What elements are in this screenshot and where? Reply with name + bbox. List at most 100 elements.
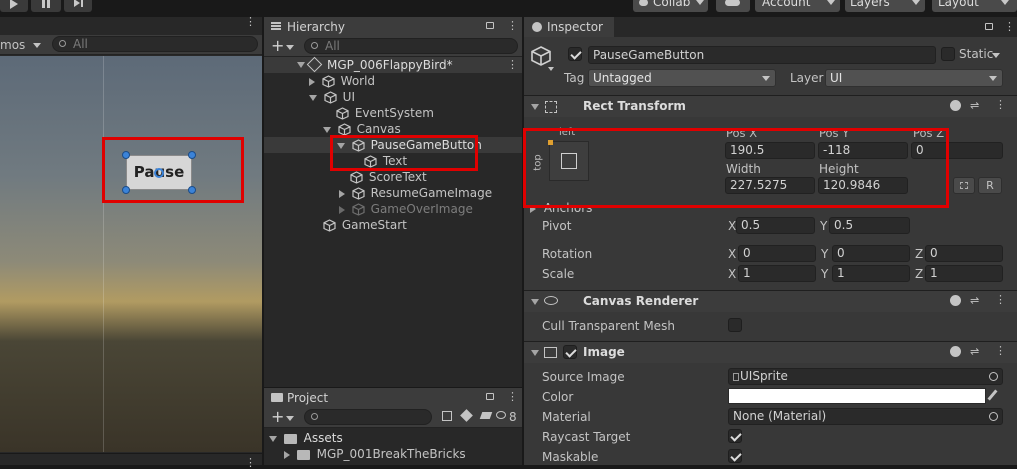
hierarchy-item-text[interactable]: Text [364, 153, 407, 169]
more-menu-icon[interactable]: ⋮ [507, 57, 518, 73]
inspector-tab[interactable]: Inspector ⋮ [524, 17, 1017, 37]
hidden-packages-icon[interactable] [496, 411, 506, 419]
image-header[interactable]: Image ⇌ ⋮ [524, 341, 1017, 363]
hierarchy-item-gamestart[interactable]: GameStart [323, 217, 407, 233]
color-field[interactable] [728, 388, 986, 404]
scale-y-field[interactable]: 1 [832, 265, 910, 282]
hierarchy-item-resumegameimage[interactable]: ResumeGameImage [337, 185, 492, 201]
width-label: Width [726, 162, 761, 176]
canvas-renderer-header[interactable]: Canvas Renderer ⇌ ⋮ [524, 290, 1017, 312]
rotation-z-field[interactable]: 0 [925, 245, 1003, 262]
pos-y-field[interactable]: -118 [818, 142, 908, 159]
preset-icon[interactable]: ⇌ [970, 99, 979, 112]
maskable-checkbox[interactable] [728, 449, 742, 463]
more-menu-icon[interactable]: ⋮ [995, 344, 1006, 357]
collab-dropdown[interactable]: Collab [633, 0, 708, 12]
rect-handle-tl[interactable] [122, 151, 130, 159]
project-tab[interactable]: Project ⋮ [264, 388, 522, 407]
raycast-target-checkbox[interactable] [728, 429, 742, 443]
rect-handle-br[interactable] [188, 186, 196, 194]
scene-canvas[interactable]: Pause [0, 56, 262, 452]
hierarchy-item-gameoverimage[interactable]: GameOverImage [337, 201, 473, 217]
layout-dropdown[interactable]: Layout [932, 0, 1017, 12]
project-item-mgp001[interactable]: MGP_001BreakTheBricks [284, 446, 466, 462]
lock-icon[interactable] [486, 393, 494, 400]
object-name-input[interactable]: PauseGameButton [588, 46, 936, 64]
blueprint-mode-button[interactable] [953, 177, 975, 194]
image-enabled-checkbox[interactable] [563, 345, 577, 359]
hierarchy-tab[interactable]: Hierarchy ⋮ [264, 17, 522, 36]
chevron-down-icon[interactable] [286, 45, 294, 50]
tag-dropdown[interactable]: Untagged [588, 69, 776, 87]
filter-by-label-icon[interactable] [460, 409, 473, 422]
more-menu-icon[interactable]: ⋮ [245, 16, 256, 27]
height-field[interactable]: 120.9846 [818, 177, 908, 194]
info-icon [532, 22, 542, 32]
hierarchy-search-input[interactable]: All [304, 38, 518, 54]
width-field[interactable]: 227.5275 [725, 177, 815, 194]
material-field[interactable]: None (Material) [728, 408, 1003, 425]
pos-x-field[interactable]: 190.5 [725, 142, 815, 159]
help-icon[interactable] [950, 346, 961, 357]
chevron-down-icon[interactable] [286, 416, 294, 421]
scene-search-input[interactable]: All [52, 36, 258, 52]
more-menu-icon[interactable]: ⋮ [995, 98, 1006, 111]
source-image-field[interactable]: UISprite [728, 368, 1003, 385]
color-label: Color [542, 390, 574, 404]
rotation-y-field[interactable]: 0 [832, 245, 910, 262]
layer-dropdown[interactable]: UI [825, 69, 1003, 87]
search-icon [311, 42, 318, 49]
layers-dropdown[interactable]: Layers [845, 0, 925, 12]
static-checkbox[interactable] [941, 47, 955, 61]
rotation-x-field[interactable]: 0 [738, 245, 816, 262]
project-item-assets[interactable]: Assets [269, 430, 343, 446]
object-picker-icon[interactable] [989, 372, 998, 381]
preset-icon[interactable]: ⇌ [970, 294, 979, 307]
pivot-handle[interactable] [154, 168, 164, 178]
more-menu-icon[interactable]: ⋮ [995, 293, 1006, 306]
hierarchy-item-scoretext[interactable]: ScoreText [350, 169, 427, 185]
image-icon [544, 347, 557, 358]
account-dropdown[interactable]: Account [755, 0, 840, 12]
anchor-presets-button[interactable] [549, 141, 589, 181]
hierarchy-item-eventsystem[interactable]: EventSystem [336, 105, 434, 121]
object-picker-icon[interactable] [989, 412, 998, 421]
hierarchy-item-ui[interactable]: UI [309, 89, 355, 105]
pivot-y-field[interactable]: 0.5 [829, 217, 910, 234]
lock-icon[interactable] [486, 22, 494, 29]
pos-z-field[interactable]: 0 [911, 142, 1003, 159]
scene-row[interactable]: MGP_006FlappyBird* ⋮ [264, 56, 522, 73]
more-menu-icon[interactable]: ⋮ [245, 456, 256, 469]
gizmos-dropdown[interactable]: mos [0, 38, 25, 52]
hierarchy-item-world[interactable]: World [309, 73, 375, 89]
add-icon[interactable]: + [271, 407, 284, 427]
cull-transparent-mesh-checkbox[interactable] [728, 318, 742, 332]
preset-icon[interactable]: ⇌ [970, 345, 979, 358]
help-icon[interactable] [950, 100, 961, 111]
cloud-button[interactable] [716, 0, 750, 12]
pivot-x-field[interactable]: 0.5 [736, 217, 815, 234]
scale-z-field[interactable]: 1 [925, 265, 1003, 282]
rect-transform-header[interactable]: Rect Transform ⇌ ⋮ [524, 95, 1017, 117]
project-search-input[interactable] [304, 409, 432, 425]
lock-icon[interactable] [985, 23, 993, 30]
more-menu-icon[interactable]: ⋮ [1004, 20, 1015, 33]
pause-button[interactable] [31, 0, 61, 12]
rect-handle-tr[interactable] [188, 151, 196, 159]
rect-handle-bl[interactable] [122, 186, 130, 194]
raw-edit-button[interactable]: R [978, 177, 1002, 194]
filter-by-type-icon[interactable] [442, 411, 452, 421]
active-checkbox[interactable] [568, 47, 582, 61]
scale-x-field[interactable]: 1 [738, 265, 816, 282]
step-button[interactable] [64, 0, 92, 12]
more-menu-icon[interactable]: ⋮ [507, 390, 518, 403]
hierarchy-item-canvas[interactable]: Canvas [323, 121, 401, 137]
anchors-foldout[interactable]: Anchors [530, 201, 592, 215]
add-icon[interactable]: + [271, 36, 284, 56]
hierarchy-item-pausegamebutton[interactable]: PauseGameButton [337, 137, 482, 153]
help-icon[interactable] [950, 295, 961, 306]
play-button[interactable] [0, 0, 28, 12]
tag-icon[interactable] [479, 412, 493, 419]
more-menu-icon[interactable]: ⋮ [507, 19, 518, 32]
eyedropper-icon[interactable] [987, 389, 998, 401]
